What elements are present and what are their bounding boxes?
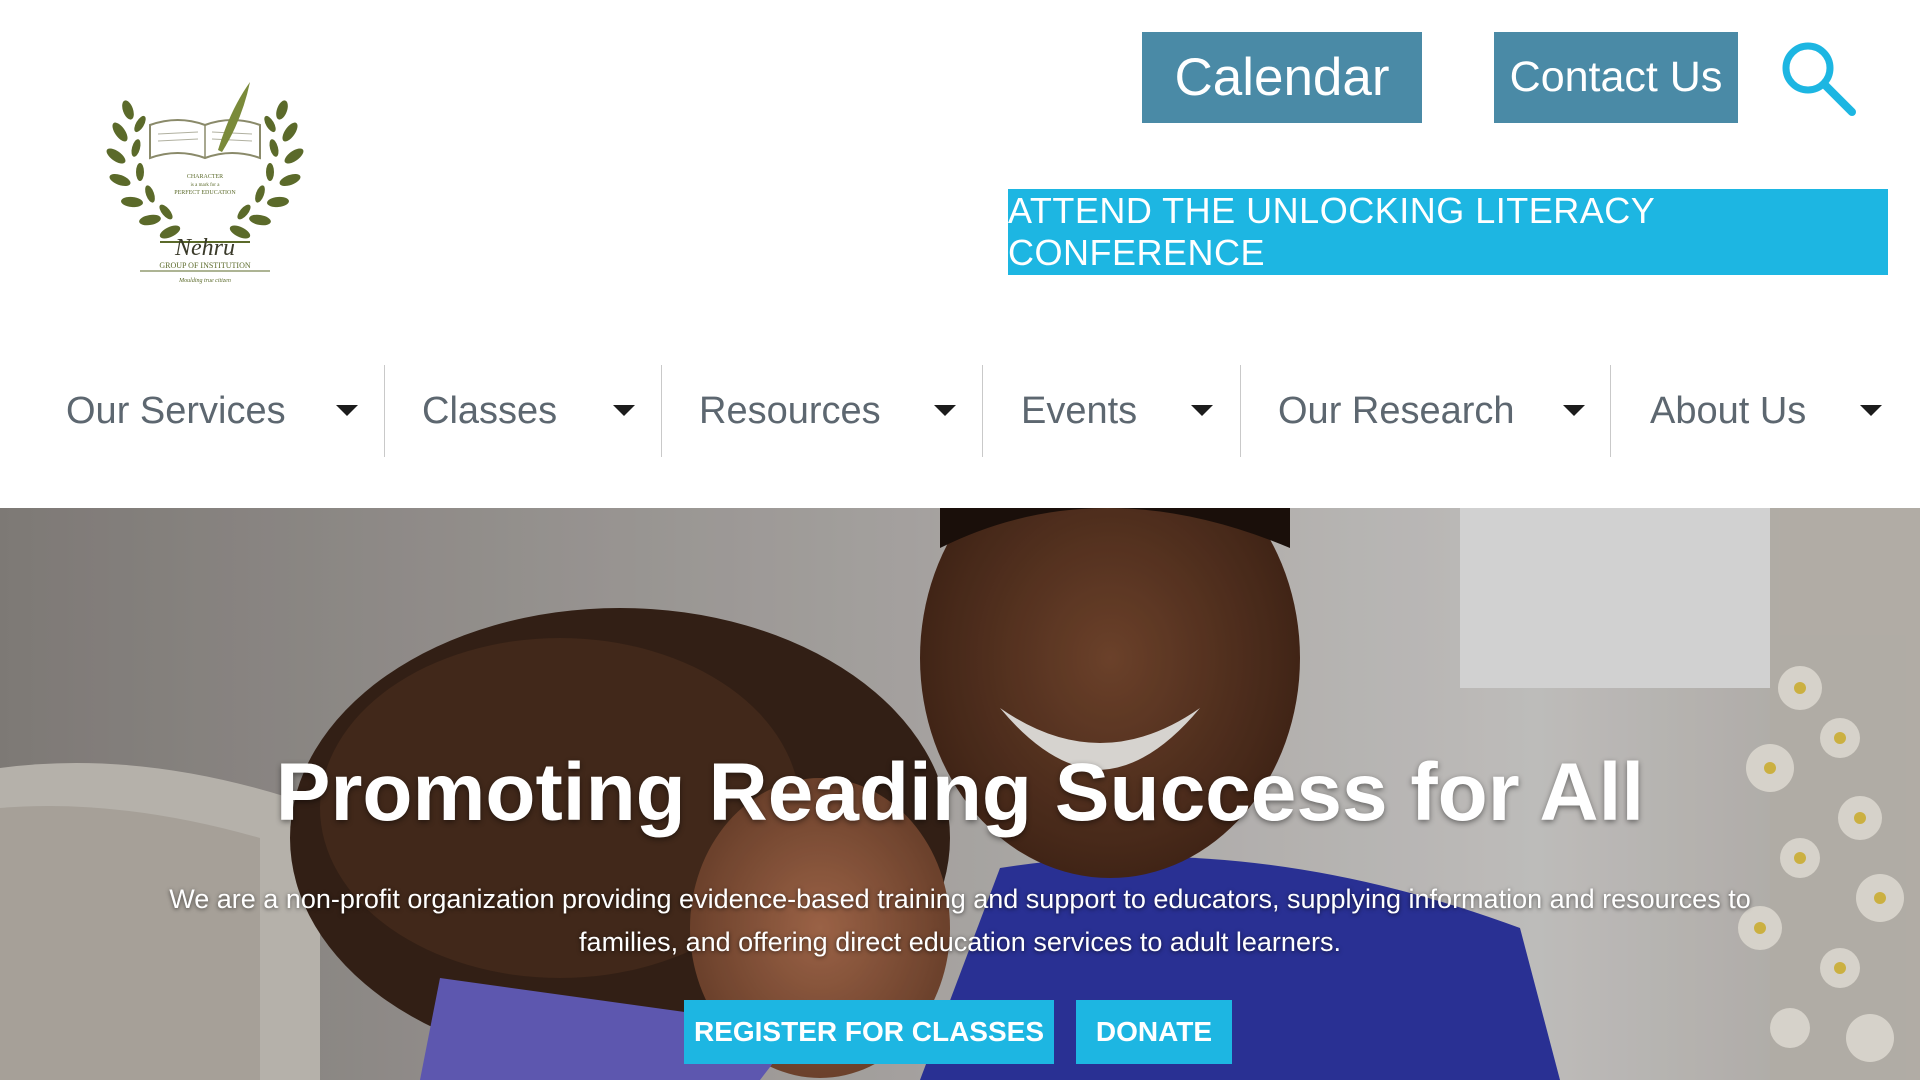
chevron-down-icon — [1191, 405, 1213, 416]
nav-divider — [661, 365, 662, 457]
hero-title: Promoting Reading Success for All — [275, 747, 1645, 838]
nav-divider — [1240, 365, 1241, 457]
calendar-button[interactable]: Calendar — [1142, 32, 1422, 123]
svg-text:PERFECT EDUCATION: PERFECT EDUCATION — [174, 190, 236, 196]
nav-item-label: Our Research — [1278, 389, 1515, 432]
hero-subtitle-line-2: families, and offering direct education … — [579, 927, 1341, 957]
chevron-down-icon — [336, 405, 358, 416]
search-icon[interactable] — [1776, 36, 1860, 120]
nav-item-resources[interactable]: Resources — [699, 365, 969, 457]
register-for-classes-button[interactable]: REGISTER FOR CLASSES — [684, 1000, 1054, 1064]
nav-item-label: About Us — [1650, 389, 1807, 432]
nav-item-label: Classes — [422, 389, 558, 432]
main-nav: Our Services Classes Resources Events Ou… — [0, 365, 1920, 457]
svg-text:CHARACTER: CHARACTER — [187, 174, 223, 180]
logo-motto: Moulding true citizen — [178, 278, 231, 284]
donate-button[interactable]: DONATE — [1076, 1000, 1232, 1064]
logo-name: Nehru — [174, 235, 235, 261]
nav-item-classes[interactable]: Classes — [422, 365, 652, 457]
nav-divider — [384, 365, 385, 457]
nav-divider — [1610, 365, 1611, 457]
nav-item-about-us[interactable]: About Us — [1650, 365, 1895, 457]
chevron-down-icon — [934, 405, 956, 416]
nav-item-our-services[interactable]: Our Services — [66, 365, 366, 457]
chevron-down-icon — [1563, 405, 1585, 416]
site-logo[interactable]: CHARACTER is a mark for a PERFECT EDUCAT… — [100, 70, 310, 290]
logo-group: GROUP OF INSTITUTION — [159, 261, 250, 270]
nav-item-label: Resources — [699, 389, 881, 432]
chevron-down-icon — [1860, 405, 1882, 416]
contact-us-button[interactable]: Contact Us — [1494, 32, 1738, 123]
hero-subtitle-line-1: We are a non-profit organization providi… — [169, 884, 1751, 914]
hero-banner: Promoting Reading Success for All We are… — [0, 508, 1920, 1080]
conference-banner-button[interactable]: ATTEND THE UNLOCKING LITERACY CONFERENCE — [1008, 189, 1888, 275]
laurel-book-logo: CHARACTER is a mark for a PERFECT EDUCAT… — [106, 82, 304, 284]
nav-item-our-research[interactable]: Our Research — [1278, 365, 1598, 457]
chevron-down-icon — [613, 405, 635, 416]
nav-item-events[interactable]: Events — [1021, 365, 1221, 457]
nav-item-label: Our Services — [66, 389, 286, 432]
nav-divider — [982, 365, 983, 457]
hero-subtitle: We are a non-profit organization providi… — [120, 878, 1800, 964]
svg-text:is a mark for a: is a mark for a — [191, 183, 221, 188]
nav-item-label: Events — [1021, 389, 1138, 432]
